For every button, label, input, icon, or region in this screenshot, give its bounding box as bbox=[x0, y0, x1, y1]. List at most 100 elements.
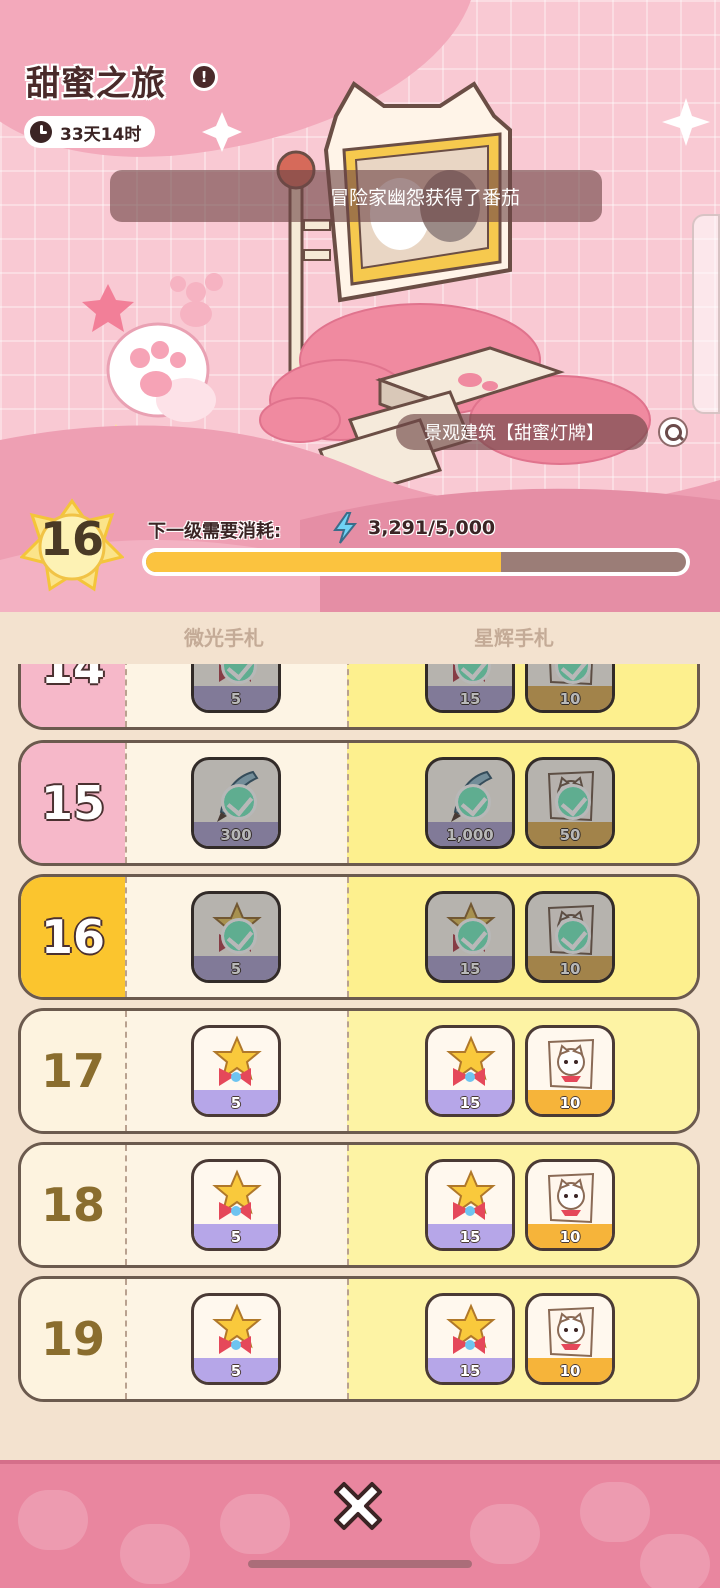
building-label-text: 景观建筑【甜蜜灯牌】 bbox=[424, 423, 604, 444]
reward-quantity: 5 bbox=[230, 960, 242, 978]
reward-row-level-15: 15 300 1,000 50 bbox=[18, 740, 700, 866]
paw-print-icon bbox=[170, 273, 223, 327]
reward-quantity: 5 bbox=[230, 1228, 242, 1246]
current-level-number: 16 bbox=[39, 512, 104, 566]
reward-quantity: 1,000 bbox=[446, 826, 494, 844]
progress-fill bbox=[146, 552, 502, 572]
paw-glove-icon bbox=[106, 322, 216, 422]
reward-row-level-14: 14 5 15 10 bbox=[18, 664, 700, 730]
reward-quantity: 15 bbox=[459, 1362, 481, 1380]
side-drawer-handle[interactable] bbox=[692, 214, 720, 414]
bow-wand-icon[interactable]: 15 bbox=[425, 1293, 515, 1385]
bow-wand-icon[interactable]: 15 bbox=[425, 891, 515, 983]
reward-quantity: 10 bbox=[559, 1362, 581, 1380]
feather-pen-icon[interactable]: 1,000 bbox=[425, 757, 515, 849]
cat-card-icon[interactable]: 10 bbox=[525, 1293, 615, 1385]
reward-quantity: 10 bbox=[559, 1228, 581, 1246]
free-reward-slot: 300 bbox=[125, 743, 347, 863]
reward-quantity: 10 bbox=[559, 960, 581, 978]
premium-reward-slot: 15 10 bbox=[347, 1279, 697, 1399]
cat-card-icon[interactable]: 50 bbox=[525, 757, 615, 849]
row-level-number: 15 bbox=[21, 743, 125, 863]
reward-quantity: 50 bbox=[559, 826, 581, 844]
bow-wand-icon[interactable]: 5 bbox=[191, 1159, 281, 1251]
paw-decoration bbox=[580, 1482, 650, 1542]
bow-wand-icon[interactable]: 5 bbox=[191, 1025, 281, 1117]
reward-quantity: 10 bbox=[559, 690, 581, 708]
premium-reward-slot: 1,000 50 bbox=[347, 743, 697, 863]
paw-decoration bbox=[470, 1504, 540, 1564]
premium-track-header: 星辉手札 bbox=[474, 626, 554, 650]
free-reward-slot: 5 bbox=[125, 1279, 347, 1399]
paw-decoration bbox=[120, 1524, 190, 1584]
reward-row-level-17: 17 5 15 10 bbox=[18, 1008, 700, 1134]
cat-card-icon[interactable]: 10 bbox=[525, 891, 615, 983]
claimed-check-icon bbox=[455, 784, 491, 820]
progress-track bbox=[146, 552, 686, 572]
event-header: 甜蜜之旅 ! 33天14时 冒险家幽怨获得了番茄 景观建筑【甜蜜灯牌】 16 下… bbox=[0, 0, 720, 612]
clock-icon bbox=[30, 121, 52, 143]
free-reward-slot: 5 bbox=[125, 1145, 347, 1265]
reward-quantity: 10 bbox=[559, 1094, 581, 1112]
sparkle-icon bbox=[662, 98, 710, 146]
bow-wand-icon[interactable]: 15 bbox=[425, 1025, 515, 1117]
info-icon[interactable]: ! bbox=[190, 63, 218, 91]
magnify-icon[interactable] bbox=[658, 417, 688, 447]
reward-quantity: 15 bbox=[459, 690, 481, 708]
home-indicator[interactable] bbox=[248, 1560, 472, 1568]
premium-reward-slot: 15 10 bbox=[347, 1011, 697, 1131]
paw-decoration bbox=[640, 1534, 710, 1588]
free-reward-slot: 5 bbox=[125, 877, 347, 997]
premium-reward-slot: 15 10 bbox=[347, 664, 697, 727]
reward-row-level-16: 16 5 15 10 bbox=[18, 874, 700, 1000]
timer-pill: 33天14时 bbox=[24, 116, 156, 148]
event-title: 甜蜜之旅 bbox=[26, 64, 166, 104]
paw-decoration bbox=[220, 1494, 290, 1554]
cat-card-icon[interactable]: 10 bbox=[525, 1025, 615, 1117]
reward-row-level-18: 18 5 15 10 bbox=[18, 1142, 700, 1268]
bow-wand-icon[interactable]: 5 bbox=[191, 1293, 281, 1385]
bow-wand-icon[interactable]: 5 bbox=[191, 891, 281, 983]
free-reward-slot: 5 bbox=[125, 664, 347, 727]
next-level-label: 下一级需要消耗: bbox=[148, 521, 282, 542]
row-level-number: 17 bbox=[21, 1011, 125, 1131]
reward-quantity: 15 bbox=[459, 1228, 481, 1246]
premium-reward-slot: 15 10 bbox=[347, 877, 697, 997]
reward-list[interactable]: 14 5 15 10 15 300 1,000 50 16 5 15 10 17 5 15 10 18 5 15 10… bbox=[0, 664, 720, 1424]
close-icon[interactable] bbox=[326, 1474, 390, 1538]
column-headers: 微光手札 星辉手札 bbox=[0, 612, 720, 662]
row-level-number: 14 bbox=[21, 664, 125, 727]
claimed-check-icon bbox=[455, 918, 491, 954]
claimed-check-icon bbox=[555, 918, 591, 954]
bow-wand-icon[interactable]: 15 bbox=[425, 664, 515, 713]
premium-reward-slot: 15 10 bbox=[347, 1145, 697, 1265]
claimed-check-icon bbox=[221, 918, 257, 954]
feather-pen-icon[interactable]: 300 bbox=[191, 757, 281, 849]
reward-quantity: 5 bbox=[230, 1362, 242, 1380]
reward-quantity: 5 bbox=[230, 1094, 242, 1112]
sparkle-icon bbox=[202, 112, 242, 152]
progress-text: 3,291/5,000 bbox=[368, 517, 496, 539]
reward-quantity: 300 bbox=[220, 826, 252, 844]
reward-quantity: 5 bbox=[230, 690, 242, 708]
bow-wand-icon[interactable]: 5 bbox=[191, 664, 281, 713]
cat-card-icon[interactable]: 10 bbox=[525, 664, 615, 713]
timer-text: 33天14时 bbox=[60, 124, 142, 145]
notice-text: 冒险家幽怨获得了番茄 bbox=[330, 186, 521, 209]
free-reward-slot: 5 bbox=[125, 1011, 347, 1131]
building-label[interactable]: 景观建筑【甜蜜灯牌】 bbox=[396, 414, 648, 450]
cat-card-icon[interactable]: 10 bbox=[525, 1159, 615, 1251]
lightning-icon bbox=[333, 512, 358, 544]
row-level-number: 19 bbox=[21, 1279, 125, 1399]
reward-quantity: 15 bbox=[459, 960, 481, 978]
row-level-number: 18 bbox=[21, 1145, 125, 1265]
bow-wand-icon[interactable]: 15 bbox=[425, 1159, 515, 1251]
claimed-check-icon bbox=[555, 784, 591, 820]
free-track-header: 微光手札 bbox=[184, 626, 264, 650]
claimed-check-icon bbox=[221, 784, 257, 820]
notice-banner: 冒险家幽怨获得了番茄 bbox=[110, 170, 602, 222]
reward-quantity: 15 bbox=[459, 1094, 481, 1112]
progress-bar bbox=[142, 548, 690, 576]
star-icon bbox=[82, 284, 134, 332]
paw-decoration bbox=[18, 1490, 88, 1550]
